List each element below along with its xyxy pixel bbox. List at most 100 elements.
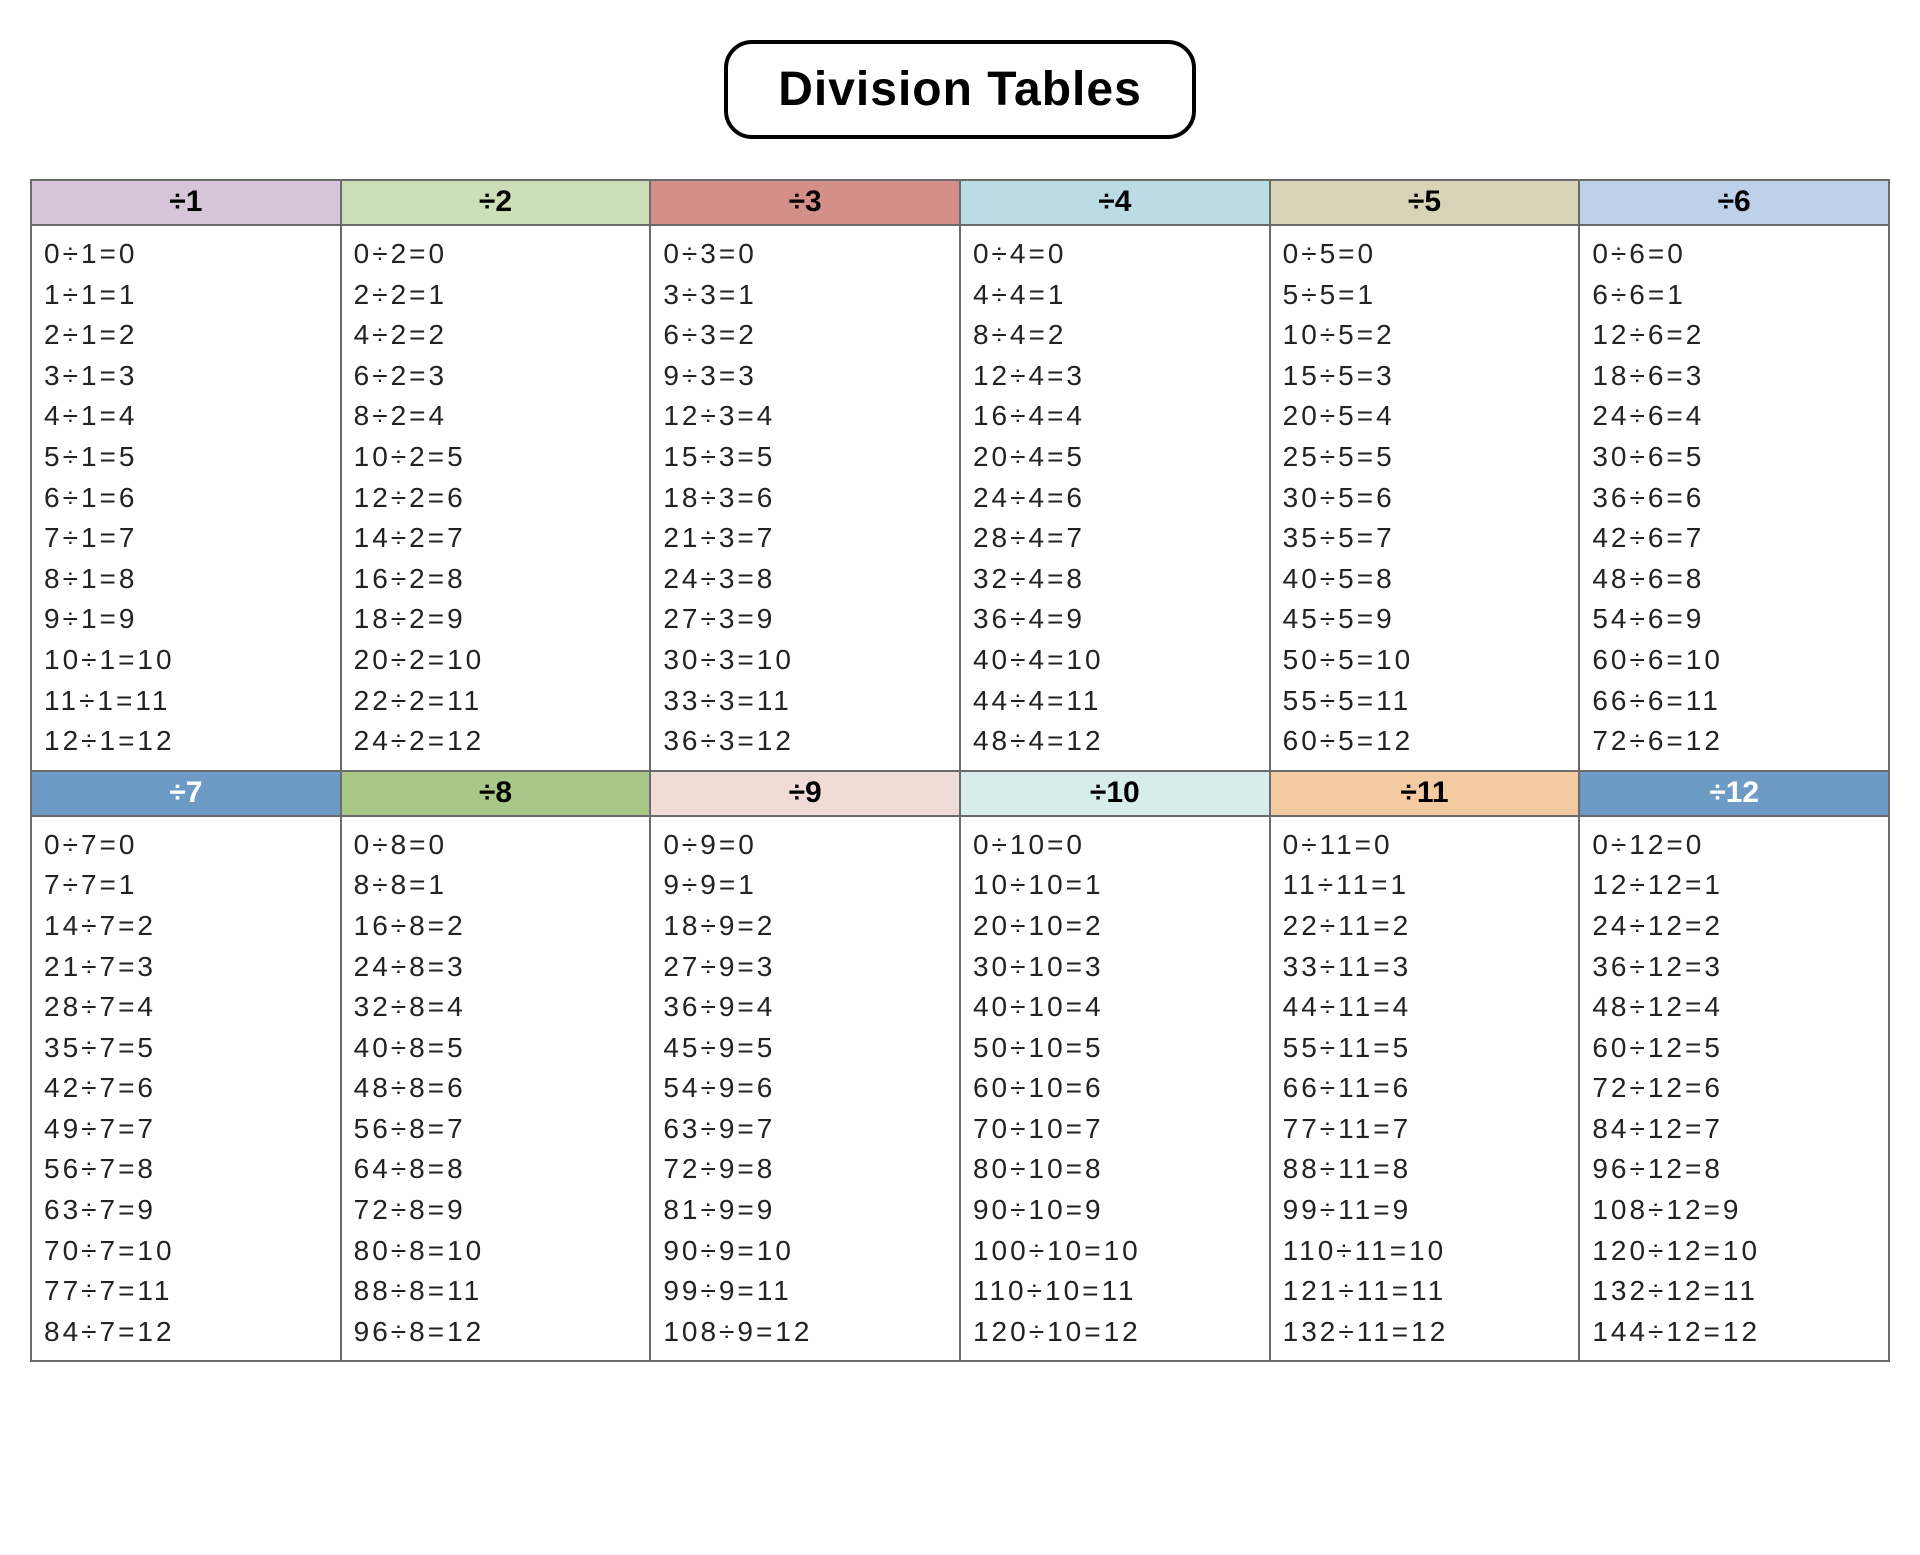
division-fact: 25÷5=5 [1283,437,1579,478]
division-fact: 33÷3=11 [663,681,959,722]
division-fact: 10÷10=1 [973,865,1269,906]
division-fact: 27÷9=3 [663,947,959,988]
division-fact: 144÷12=12 [1592,1312,1888,1353]
division-fact: 36÷4=9 [973,599,1269,640]
division-fact: 100÷10=10 [973,1231,1269,1272]
column-body-div7: 0÷7=07÷7=114÷7=221÷7=328÷7=435÷7=542÷7=6… [32,817,342,1363]
division-fact: 81÷9=9 [663,1190,959,1231]
page-title: Division Tables [724,40,1196,139]
division-fact: 0÷6=0 [1592,234,1888,275]
division-fact: 8÷1=8 [44,559,340,600]
division-fact: 0÷10=0 [973,825,1269,866]
division-fact: 48÷12=4 [1592,987,1888,1028]
division-fact: 33÷11=3 [1283,947,1579,988]
division-fact: 14÷7=2 [44,906,340,947]
division-fact: 72÷6=12 [1592,721,1888,762]
division-fact: 40÷4=10 [973,640,1269,681]
division-fact: 70÷10=7 [973,1109,1269,1150]
division-fact: 27÷3=9 [663,599,959,640]
division-fact: 24÷12=2 [1592,906,1888,947]
column-body-div11: 0÷11=011÷11=122÷11=233÷11=344÷11=455÷11=… [1271,817,1581,1363]
column-body-div9: 0÷9=09÷9=118÷9=227÷9=336÷9=445÷9=554÷9=6… [651,817,961,1363]
division-fact: 8÷4=2 [973,315,1269,356]
column-header-div4: ÷4 [961,181,1271,226]
division-fact: 36÷12=3 [1592,947,1888,988]
division-fact: 20÷10=2 [973,906,1269,947]
division-fact: 120÷12=10 [1592,1231,1888,1272]
division-fact: 132÷11=12 [1283,1312,1579,1353]
division-fact: 99÷11=9 [1283,1190,1579,1231]
division-fact: 44÷4=11 [973,681,1269,722]
division-fact: 30÷6=5 [1592,437,1888,478]
division-fact: 35÷7=5 [44,1028,340,1069]
division-fact: 12÷4=3 [973,356,1269,397]
column-body-div8: 0÷8=08÷8=116÷8=224÷8=332÷8=440÷8=548÷8=6… [342,817,652,1363]
division-fact: 0÷4=0 [973,234,1269,275]
division-fact: 11÷11=1 [1283,865,1579,906]
division-fact: 14÷2=7 [354,518,650,559]
division-fact: 24÷6=4 [1592,396,1888,437]
division-fact: 80÷10=8 [973,1149,1269,1190]
column-header-div6: ÷6 [1580,181,1890,226]
division-fact: 15÷5=3 [1283,356,1579,397]
division-fact: 6÷1=6 [44,478,340,519]
division-fact: 44÷11=4 [1283,987,1579,1028]
division-fact: 72÷9=8 [663,1149,959,1190]
division-fact: 56÷7=8 [44,1149,340,1190]
page: Division Tables ÷1÷2÷3÷4÷5÷60÷1=01÷1=12÷… [30,40,1890,1362]
division-fact: 9÷3=3 [663,356,959,397]
division-fact: 32÷4=8 [973,559,1269,600]
division-fact: 50÷5=10 [1283,640,1579,681]
column-header-div11: ÷11 [1271,772,1581,817]
column-header-div7: ÷7 [32,772,342,817]
division-fact: 88÷8=11 [354,1271,650,1312]
division-fact: 20÷5=4 [1283,396,1579,437]
division-fact: 32÷8=4 [354,987,650,1028]
division-fact: 108÷12=9 [1592,1190,1888,1231]
division-fact: 10÷5=2 [1283,315,1579,356]
column-body-div6: 0÷6=06÷6=112÷6=218÷6=324÷6=430÷6=536÷6=6… [1580,226,1890,772]
division-fact: 60÷12=5 [1592,1028,1888,1069]
column-body-div5: 0÷5=05÷5=110÷5=215÷5=320÷5=425÷5=530÷5=6… [1271,226,1581,772]
division-fact: 84÷7=12 [44,1312,340,1353]
division-fact: 60÷6=10 [1592,640,1888,681]
division-fact: 90÷9=10 [663,1231,959,1272]
division-fact: 7÷1=7 [44,518,340,559]
division-fact: 6÷3=2 [663,315,959,356]
division-fact: 121÷11=11 [1283,1271,1579,1312]
division-fact: 9÷9=1 [663,865,959,906]
column-body-div4: 0÷4=04÷4=18÷4=212÷4=316÷4=420÷4=524÷4=62… [961,226,1271,772]
division-fact: 24÷3=8 [663,559,959,600]
division-fact: 16÷4=4 [973,396,1269,437]
division-fact: 36÷9=4 [663,987,959,1028]
division-fact: 12÷3=4 [663,396,959,437]
division-fact: 88÷11=8 [1283,1149,1579,1190]
division-fact: 110÷11=10 [1283,1231,1579,1272]
column-body-div12: 0÷12=012÷12=124÷12=236÷12=348÷12=460÷12=… [1580,817,1890,1363]
division-fact: 28÷7=4 [44,987,340,1028]
division-fact: 6÷2=3 [354,356,650,397]
division-fact: 5÷5=1 [1283,275,1579,316]
division-fact: 77÷11=7 [1283,1109,1579,1150]
division-fact: 18÷2=9 [354,599,650,640]
division-fact: 28÷4=7 [973,518,1269,559]
division-fact: 4÷4=1 [973,275,1269,316]
division-fact: 24÷2=12 [354,721,650,762]
column-header-div5: ÷5 [1271,181,1581,226]
column-header-div12: ÷12 [1580,772,1890,817]
division-fact: 54÷9=6 [663,1068,959,1109]
column-header-div10: ÷10 [961,772,1271,817]
division-fact: 63÷9=7 [663,1109,959,1150]
division-fact: 0÷1=0 [44,234,340,275]
division-fact: 18÷3=6 [663,478,959,519]
division-fact: 110÷10=11 [973,1271,1269,1312]
division-fact: 55÷11=5 [1283,1028,1579,1069]
division-fact: 0÷5=0 [1283,234,1579,275]
division-fact: 90÷10=9 [973,1190,1269,1231]
division-fact: 4÷2=2 [354,315,650,356]
division-fact: 45÷9=5 [663,1028,959,1069]
division-fact: 36÷6=6 [1592,478,1888,519]
division-fact: 0÷8=0 [354,825,650,866]
division-fact: 12÷6=2 [1592,315,1888,356]
division-fact: 16÷2=8 [354,559,650,600]
